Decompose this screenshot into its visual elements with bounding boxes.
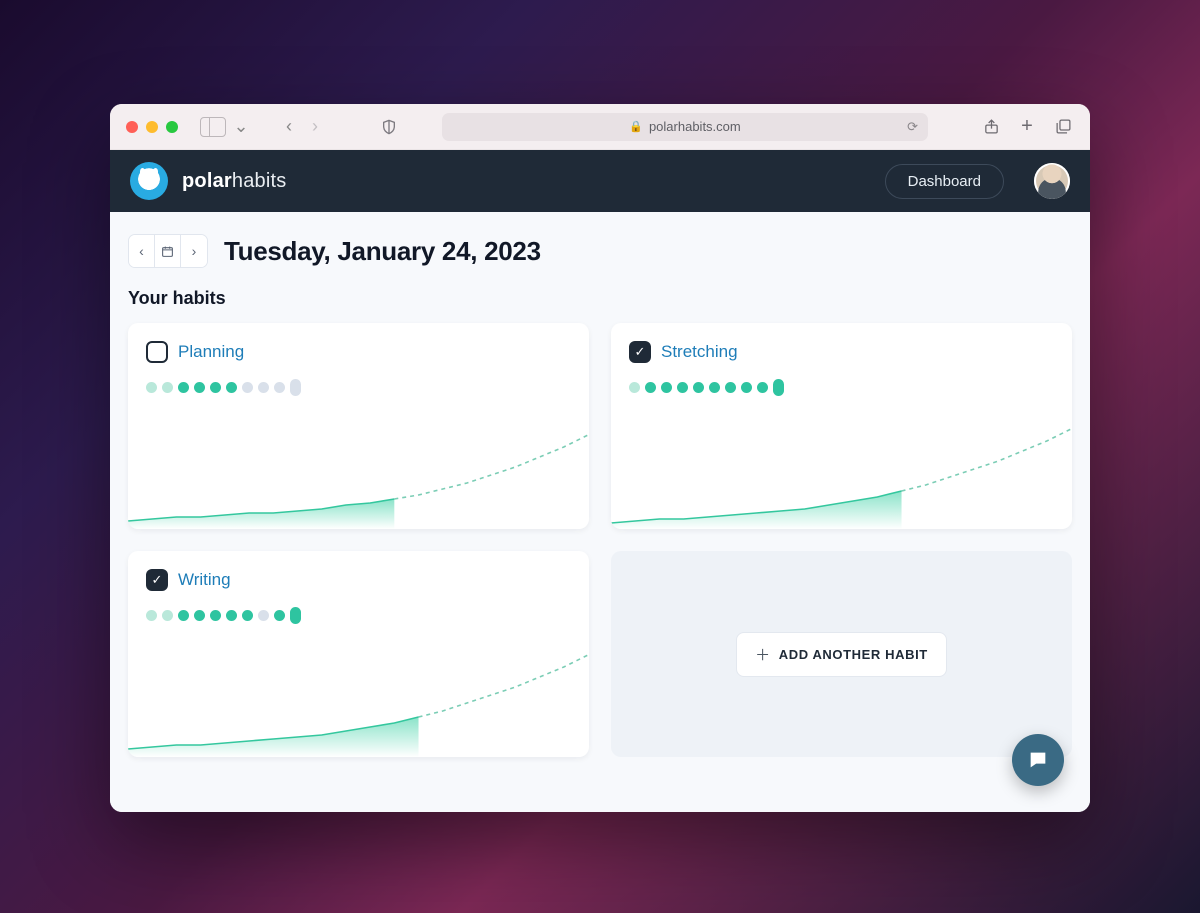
habit-card[interactable]: ✓ Stretching bbox=[611, 323, 1072, 529]
new-tab-icon[interactable]: + bbox=[1016, 116, 1038, 138]
streak-dot bbox=[693, 382, 704, 393]
streak-dot bbox=[274, 610, 285, 621]
streak-dot bbox=[162, 382, 173, 393]
streak-dot bbox=[258, 382, 269, 393]
streak-row bbox=[146, 379, 571, 396]
chat-icon bbox=[1027, 749, 1049, 771]
logo-icon[interactable] bbox=[130, 162, 168, 200]
streak-dot bbox=[146, 382, 157, 393]
maximize-window-icon[interactable] bbox=[166, 121, 178, 133]
date-row: ‹ › Tuesday, January 24, 2023 bbox=[128, 234, 1072, 268]
add-habit-label: ADD ANOTHER HABIT bbox=[779, 647, 928, 662]
streak-dot bbox=[629, 382, 640, 393]
habit-header: ✓ Writing bbox=[146, 569, 571, 591]
today-pill bbox=[290, 607, 301, 624]
streak-dot bbox=[258, 610, 269, 621]
window-controls bbox=[126, 121, 178, 133]
add-habit-card: ＋ ADD ANOTHER HABIT bbox=[611, 551, 1072, 757]
streak-dot bbox=[210, 382, 221, 393]
streak-row bbox=[629, 379, 1054, 396]
habit-checkbox[interactable]: ✓ bbox=[629, 341, 651, 363]
streak-dot bbox=[178, 610, 189, 621]
dashboard-button[interactable]: Dashboard bbox=[885, 164, 1004, 199]
streak-dot bbox=[757, 382, 768, 393]
back-icon[interactable]: ‹ bbox=[278, 116, 300, 138]
streak-dot bbox=[709, 382, 720, 393]
habit-header: ✓ Stretching bbox=[629, 341, 1054, 363]
share-icon[interactable] bbox=[980, 116, 1002, 138]
chevron-down-icon[interactable]: ⌄ bbox=[230, 116, 252, 138]
next-day-button[interactable]: › bbox=[181, 235, 207, 267]
streak-dot bbox=[226, 382, 237, 393]
prev-day-button[interactable]: ‹ bbox=[129, 235, 155, 267]
habit-card[interactable]: Planning bbox=[128, 323, 589, 529]
today-pill bbox=[290, 379, 301, 396]
streak-dot bbox=[146, 610, 157, 621]
habit-checkbox[interactable]: ✓ bbox=[146, 569, 168, 591]
url-text: polarhabits.com bbox=[649, 119, 741, 134]
habit-name[interactable]: Writing bbox=[178, 570, 231, 590]
streak-dot bbox=[661, 382, 672, 393]
streak-dot bbox=[274, 382, 285, 393]
plus-icon: ＋ bbox=[755, 644, 771, 665]
logo-bold: polar bbox=[182, 170, 232, 192]
avatar[interactable] bbox=[1034, 163, 1070, 199]
shield-icon[interactable] bbox=[378, 116, 400, 138]
streak-dot bbox=[210, 610, 221, 621]
streak-row bbox=[146, 607, 571, 624]
habit-header: Planning bbox=[146, 341, 571, 363]
habit-checkbox[interactable] bbox=[146, 341, 168, 363]
today-pill bbox=[773, 379, 784, 396]
habits-section-title: Your habits bbox=[128, 288, 1072, 309]
habit-grid: Planning ✓ Stretching ✓ Writing bbox=[128, 323, 1072, 757]
habit-name[interactable]: Planning bbox=[178, 342, 244, 362]
streak-dot bbox=[226, 610, 237, 621]
streak-dot bbox=[162, 610, 173, 621]
chat-fab[interactable] bbox=[1012, 734, 1064, 786]
streak-dot bbox=[725, 382, 736, 393]
streak-dot bbox=[645, 382, 656, 393]
calendar-button[interactable] bbox=[155, 235, 181, 267]
add-habit-button[interactable]: ＋ ADD ANOTHER HABIT bbox=[736, 632, 947, 677]
streak-dot bbox=[194, 610, 205, 621]
tabs-overview-icon[interactable] bbox=[1052, 116, 1074, 138]
browser-titlebar: ⌄ ‹ › 🔒 polarhabits.com ⟳ + bbox=[110, 104, 1090, 150]
page-body: ‹ › Tuesday, January 24, 2023 Your habit… bbox=[110, 212, 1090, 812]
reload-icon[interactable]: ⟳ bbox=[907, 119, 918, 135]
address-bar[interactable]: 🔒 polarhabits.com ⟳ bbox=[442, 113, 928, 141]
streak-dot bbox=[242, 610, 253, 621]
app-header: polarhabits Dashboard bbox=[110, 150, 1090, 212]
date-nav: ‹ › bbox=[128, 234, 208, 268]
close-window-icon[interactable] bbox=[126, 121, 138, 133]
logo-rest: habits bbox=[232, 170, 287, 192]
habit-card[interactable]: ✓ Writing bbox=[128, 551, 589, 757]
streak-dot bbox=[741, 382, 752, 393]
logo-text[interactable]: polarhabits bbox=[182, 170, 286, 193]
streak-dot bbox=[178, 382, 189, 393]
streak-dot bbox=[677, 382, 688, 393]
lock-icon: 🔒 bbox=[629, 120, 643, 133]
page-date: Tuesday, January 24, 2023 bbox=[224, 236, 541, 267]
sidebar-toggle-icon[interactable] bbox=[200, 117, 226, 137]
habit-name[interactable]: Stretching bbox=[661, 342, 738, 362]
browser-window: ⌄ ‹ › 🔒 polarhabits.com ⟳ + polarhabits bbox=[110, 104, 1090, 812]
streak-dot bbox=[242, 382, 253, 393]
forward-icon[interactable]: › bbox=[304, 116, 326, 138]
streak-dot bbox=[194, 382, 205, 393]
minimize-window-icon[interactable] bbox=[146, 121, 158, 133]
